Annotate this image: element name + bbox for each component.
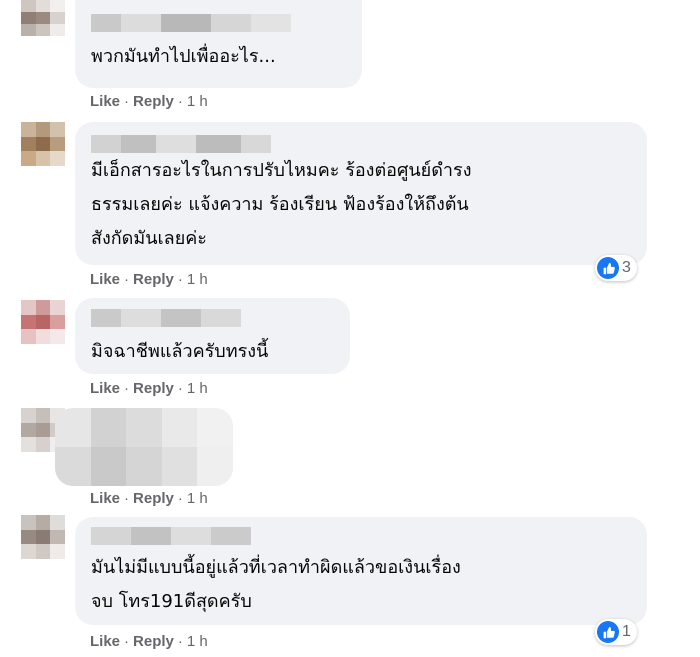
like-icon — [597, 621, 619, 643]
like-link[interactable]: Like — [90, 633, 120, 650]
comment-bubble-blurred — [55, 408, 233, 486]
comment-line: สังกัดมันเลยค่ะ — [91, 228, 207, 249]
timestamp[interactable]: 1 h — [187, 380, 208, 397]
reaction-number: 3 — [622, 259, 631, 276]
comment-actions: Like · Reply · 1 h — [90, 490, 208, 507]
like-link[interactable]: Like — [90, 380, 120, 397]
avatar[interactable] — [21, 300, 65, 344]
reaction-count[interactable]: 1 — [595, 619, 637, 645]
comment-line: มันไม่มีแบบนี้อยู่แล้วที่เวลาทำผิดแล้วขอ… — [91, 557, 461, 578]
comment-actions: Like · Reply · 1 h — [90, 271, 208, 288]
like-link[interactable]: Like — [90, 490, 120, 507]
blurred-author-name — [91, 14, 291, 32]
like-link[interactable]: Like — [90, 271, 120, 288]
reaction-number: 1 — [622, 623, 631, 640]
comment-line: พวกมันทำไปเพื่ออะไร... — [91, 46, 276, 67]
avatar[interactable] — [21, 122, 65, 166]
reply-link[interactable]: Reply — [133, 633, 174, 650]
comment-line: จบ โทร191ดีสุดครับ — [91, 591, 252, 612]
like-icon — [597, 257, 619, 279]
like-link[interactable]: Like — [90, 93, 120, 110]
timestamp[interactable]: 1 h — [187, 633, 208, 650]
timestamp[interactable]: 1 h — [187, 271, 208, 288]
comment-text: มีเอ็กสารอะไรในการปรับไหมคะ ร้องต่อศูนย์… — [91, 154, 472, 256]
reply-link[interactable]: Reply — [133, 490, 174, 507]
reply-link[interactable]: Reply — [133, 380, 174, 397]
timestamp[interactable]: 1 h — [187, 490, 208, 507]
comment-text: มันไม่มีแบบนี้อยู่แล้วที่เวลาทำผิดแล้วขอ… — [91, 551, 461, 619]
comment-line: มีเอ็กสารอะไรในการปรับไหมคะ ร้องต่อศูนย์… — [91, 160, 472, 181]
comment-actions: Like · Reply · 1 h — [90, 633, 208, 650]
comment-text: มิจฉาชีพแล้วครับทรงนี้ — [91, 335, 268, 369]
comment-actions: Like · Reply · 1 h — [90, 93, 208, 110]
comment-line: ธรรมเลยค่ะ แจ้งความ ร้องเรียน ฟ้องร้องให… — [91, 194, 469, 215]
reaction-count[interactable]: 3 — [595, 255, 637, 281]
comment-text: พวกมันทำไปเพื่ออะไร... — [91, 40, 276, 74]
avatar[interactable] — [21, 515, 65, 559]
comment-line: มิจฉาชีพแล้วครับทรงนี้ — [91, 341, 269, 362]
reply-link[interactable]: Reply — [133, 271, 174, 288]
timestamp[interactable]: 1 h — [187, 93, 208, 110]
blurred-author-name — [91, 309, 241, 327]
blurred-author-name — [91, 135, 271, 153]
reply-link[interactable]: Reply — [133, 93, 174, 110]
avatar[interactable] — [21, 0, 65, 36]
blurred-author-name — [91, 527, 251, 545]
comment-actions: Like · Reply · 1 h — [90, 380, 208, 397]
